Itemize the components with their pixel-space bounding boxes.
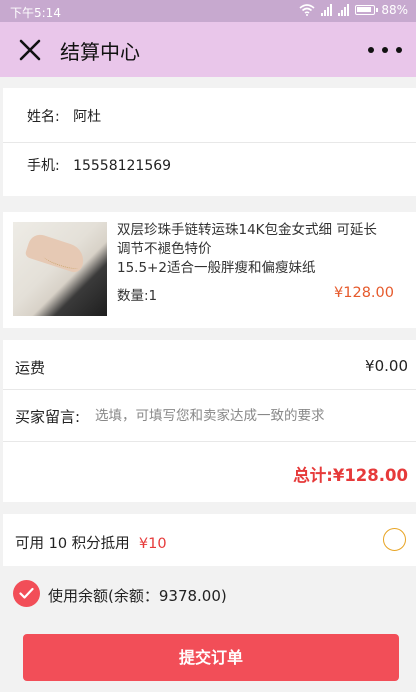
more-options-icon[interactable] [368, 40, 402, 60]
buyer-phone-row: 手机: 15558121569 [27, 155, 171, 175]
shipping-value: ¥0.00 [365, 357, 408, 375]
product-title: 双层珍珠手链转运珠14K包金女式细 可延长 调节不褪色特价 15.5+2适合一般… [117, 221, 407, 278]
balance-row[interactable]: 使用余额(余额：9378.00) [0, 576, 416, 610]
status-indicators: 88% [299, 3, 408, 17]
divider [3, 142, 416, 143]
product-title-line: 15.5+2适合一般胖瘦和偏瘦妹纸 [117, 260, 316, 276]
signal-icon [338, 4, 350, 16]
balance-checkbox[interactable] [13, 580, 40, 607]
buyer-name-row: 姓名: 阿杜 [27, 106, 101, 126]
name-label: 姓名: [27, 109, 60, 125]
shipping-label: 运费 [15, 359, 46, 377]
points-amount: ¥10 [138, 536, 167, 552]
shipping-row: 运费 ¥0.00 [3, 340, 416, 390]
buyer-message-input[interactable] [95, 402, 405, 430]
points-label: 可用 10 积分抵用 ¥10 [15, 536, 167, 552]
check-icon [19, 587, 34, 599]
buyer-phone: 15558121569 [73, 158, 172, 174]
points-radio[interactable] [383, 528, 406, 551]
points-row[interactable]: 可用 10 积分抵用 ¥10 [3, 514, 416, 566]
product-quantity: 数量:1 [117, 288, 158, 304]
battery-icon [355, 5, 379, 15]
product-title-line: 双层珍珠手链转运珠14K包金女式细 可延长 [117, 222, 377, 238]
submit-order-button[interactable]: 提交订单 [23, 634, 399, 681]
product-card[interactable]: 双层珍珠手链转运珠14K包金女式细 可延长 调节不褪色特价 15.5+2适合一般… [3, 212, 416, 328]
product-price: ¥128.00 [334, 285, 394, 301]
phone-label: 手机: [27, 158, 60, 174]
product-title-line: 调节不褪色特价 [117, 241, 212, 257]
wifi-icon [299, 4, 315, 16]
balance-label: 使用余额(余额：9378.00) [48, 587, 227, 605]
status-time: 下午5:14 [10, 6, 61, 20]
order-summary: 运费 ¥0.00 买家留言: 总计:¥128.00 [3, 340, 416, 502]
message-label: 买家留言: [15, 408, 81, 426]
buyer-name: 阿杜 [73, 109, 102, 125]
status-bar: 下午5:14 88% [0, 0, 416, 22]
buyer-message-row: 买家留言: [3, 390, 416, 442]
order-total: 总计:¥128.00 [293, 466, 408, 485]
total-row: 总计:¥128.00 [3, 442, 416, 502]
buyer-info: 姓名: 阿杜 手机: 15558121569 [3, 88, 416, 196]
close-icon[interactable] [16, 36, 44, 64]
product-image [13, 222, 107, 316]
title-bar: 结算中心 [0, 22, 416, 77]
page-title: 结算中心 [60, 40, 140, 64]
signal-icon [321, 4, 333, 16]
battery-level: 88% [381, 3, 408, 17]
